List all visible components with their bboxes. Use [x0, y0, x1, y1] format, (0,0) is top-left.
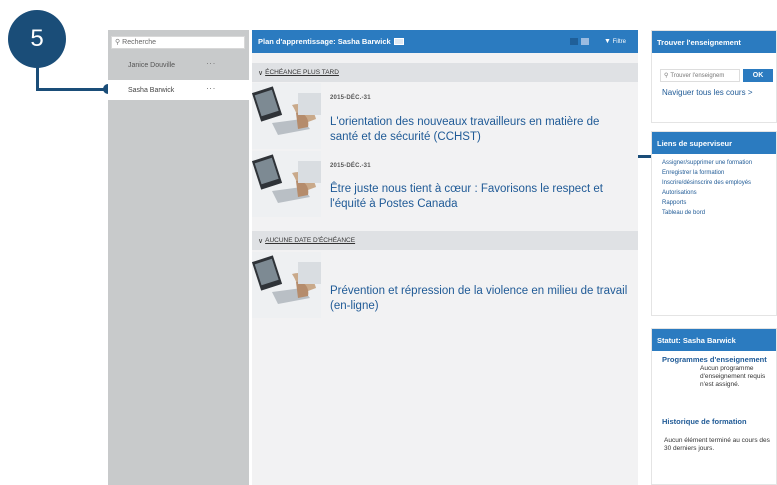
course-thumbnail [252, 252, 321, 318]
chevron-down-icon: ∨ [258, 237, 264, 245]
panel-title: Liens de superviseur [652, 132, 776, 154]
browse-label: Naviguer tous les cours [662, 88, 746, 97]
more-options-icon[interactable]: ⋮ [206, 84, 216, 93]
callout-connector [36, 88, 106, 91]
list-view-icon[interactable] [581, 38, 589, 45]
programs-note: Aucun programme d'enseignement requis n'… [700, 365, 766, 388]
learning-plan-panel: Plan d'apprentissage: Sasha Barwick ▼ Fi… [252, 30, 638, 485]
programs-link[interactable]: Programmes d'enseignement [662, 355, 767, 364]
supervisor-link-enroll[interactable]: Inscrire/désinscrire des employés [662, 178, 752, 188]
search-placeholder: Recherche [122, 39, 156, 46]
step-number-badge: 5 [8, 10, 66, 68]
search-icon: ⚲ [664, 73, 669, 79]
course-title-link[interactable]: L'orientation des nouveaux travailleurs … [330, 115, 630, 145]
more-options-icon[interactable]: ⋮ [206, 59, 216, 68]
course-title-link[interactable]: Être juste nous tient à cœur : Favorison… [330, 182, 630, 212]
course-due-date: 2015-DÉC.-31 [330, 163, 371, 169]
training-history-link[interactable]: Historique de formation [662, 417, 747, 426]
find-learning-input[interactable]: ⚲ Trouver l'enseignem [660, 69, 740, 82]
employee-name: Janice Douville [128, 61, 176, 69]
callout-connector [36, 66, 39, 90]
panel-title: Trouver l'enseignement [652, 31, 776, 53]
find-placeholder: Trouver l'enseignem [670, 72, 725, 79]
employee-sidebar: ⚲ Recherche Janice Douville ⋮ Sasha Barw… [108, 30, 249, 485]
filter-icon: ▼ [604, 38, 611, 45]
grid-view-icon[interactable] [570, 38, 578, 45]
supervisor-link-reports[interactable]: Rapports [662, 198, 752, 208]
history-note: Aucun élément terminé au cours des 30 de… [664, 437, 770, 452]
course-thumbnail [252, 151, 321, 217]
section-label: ÉCHÉANCE PLUS TARD [265, 69, 339, 76]
chevron-down-icon: ∨ [258, 69, 264, 77]
supervisor-link-dashboard[interactable]: Tableau de bord [662, 208, 752, 218]
supervisor-links-panel: Liens de superviseur Assigner/supprimer … [651, 131, 777, 316]
search-icon: ⚲ [115, 39, 121, 46]
section-due-later[interactable]: ∨ ÉCHÉANCE PLUS TARD [252, 63, 638, 82]
course-title-link[interactable]: Prévention et répression de la violence … [330, 284, 630, 314]
find-learning-panel: Trouver l'enseignement ⚲ Trouver l'ensei… [651, 30, 777, 123]
employee-search-input[interactable]: ⚲ Recherche [111, 36, 245, 49]
course-thumbnail [252, 83, 321, 149]
browse-all-courses-link[interactable]: Naviguer tous les cours > [662, 88, 753, 97]
filter-button[interactable]: ▼ Filtre [604, 38, 626, 45]
course-item[interactable]: Prévention et répression de la violence … [252, 252, 638, 318]
course-due-date: 2015-DÉC.-31 [330, 95, 371, 101]
section-no-due-date[interactable]: ∨ AUCUNE DATE D'ÉCHÉANCE [252, 231, 638, 250]
supervisor-link-assign[interactable]: Assigner/supprimer une formation [662, 158, 752, 168]
employee-name: Sasha Barwick [128, 86, 175, 94]
ok-button[interactable]: OK [743, 69, 773, 82]
supervisor-link-approvals[interactable]: Autorisations [662, 188, 752, 198]
filter-label: Filtre [612, 39, 626, 45]
section-label: AUCUNE DATE D'ÉCHÉANCE [265, 237, 356, 244]
chevron-right-icon: > [747, 88, 753, 97]
view-toggle [570, 38, 589, 45]
course-item[interactable]: 2015-DÉC.-31 Être juste nous tient à cœu… [252, 151, 638, 217]
status-panel: Statut: Sasha Barwick Programmes d'ensei… [651, 328, 777, 485]
learning-plan-header: Plan d'apprentissage: Sasha Barwick ▼ Fi… [252, 30, 638, 53]
page-title: Plan d'apprentissage: Sasha Barwick [258, 37, 391, 46]
employee-item-sasha-barwick[interactable]: Sasha Barwick ⋮ [108, 80, 249, 100]
supervisor-link-record[interactable]: Enregistrer la formation [662, 168, 752, 178]
employee-item-janice-douville[interactable]: Janice Douville ⋮ [108, 55, 249, 75]
panel-title: Statut: Sasha Barwick [652, 329, 776, 351]
course-item[interactable]: 2015-DÉC.-31 L'orientation des nouveaux … [252, 83, 638, 149]
id-card-icon [393, 38, 404, 45]
